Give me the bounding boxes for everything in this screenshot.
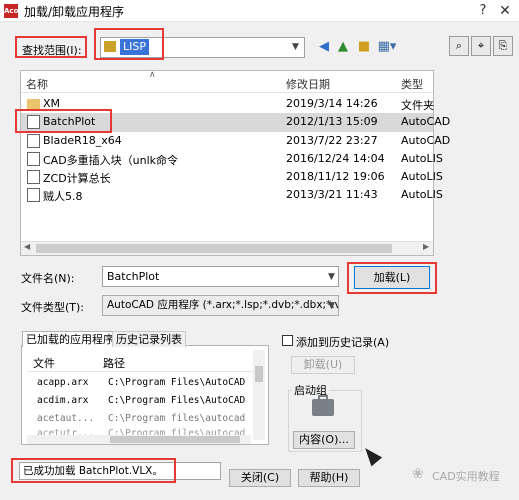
column-header-file[interactable]: 文件	[33, 355, 55, 371]
list-item-selected[interactable]: BatchPlot 2012/1/13 15:09 AutoCAD	[21, 113, 450, 132]
close-window-button[interactable]: ✕	[496, 2, 514, 20]
file-type: AutoLIS	[401, 188, 443, 201]
tab-loaded-apps[interactable]: 已加载的应用程序	[22, 331, 118, 347]
file-name: BatchPlot	[43, 115, 96, 128]
view-menu-icon[interactable]: ▦▾	[375, 39, 399, 55]
chevron-down-icon[interactable]: ▼	[328, 301, 335, 311]
file-name: CAD多重插入块（unlk命令	[43, 154, 179, 167]
lsp-file-icon	[27, 152, 40, 166]
file-type: 文件夹	[401, 99, 434, 112]
column-header-date[interactable]: 修改日期	[286, 76, 330, 92]
file-name: BladeR18_x64	[43, 134, 122, 147]
new-folder-icon[interactable]: ■	[355, 39, 373, 55]
tab-history[interactable]: 历史记录列表	[112, 331, 186, 347]
folder-icon	[27, 99, 40, 110]
help-button[interactable]: 帮助(H)	[298, 469, 360, 487]
file-date: 2019/3/14 14:26	[286, 97, 378, 110]
file-date: 2012/1/13 15:09	[286, 115, 378, 128]
find-icon[interactable]: ⌕	[449, 36, 469, 56]
watermark-text: CAD实用教程	[432, 470, 500, 483]
file-icon	[27, 115, 40, 129]
list-item[interactable]: BladeR18_x64 2013/7/22 23:27 AutoCAD	[21, 132, 450, 151]
scroll-left-icon[interactable]: ◀	[24, 242, 30, 251]
loaded-path: C:\Program files\autocad	[108, 413, 246, 424]
column-header-path[interactable]: 路径	[103, 355, 125, 371]
list-item[interactable]: XM 2019/3/14 14:26 文件夹	[21, 95, 434, 114]
loaded-path: C:\Program Files\AutoCAD	[108, 395, 246, 406]
file-type: AutoCAD	[401, 115, 451, 128]
file-name: ZCD计算总长	[43, 172, 111, 185]
close-button[interactable]: 关闭(C)	[229, 469, 291, 487]
file-date: 2013/3/21 11:43	[286, 188, 378, 201]
scrollbar-thumb[interactable]	[36, 244, 392, 253]
window-title: 加载/卸载应用程序	[24, 5, 125, 19]
help-question-button[interactable]: ?	[474, 2, 492, 20]
filename-label: 文件名(N):	[21, 272, 75, 285]
lookin-value: LISP	[120, 39, 149, 55]
contents-button[interactable]: 内容(O)...	[293, 431, 355, 449]
add-history-label: 添加到历史记录(A)	[296, 336, 390, 349]
scrollbar-thumb[interactable]	[255, 366, 263, 382]
loaded-apps-vscrollbar[interactable]	[253, 350, 265, 440]
loaded-path: C:\Program files\autocad	[108, 428, 246, 435]
add-history-checkbox[interactable]	[282, 335, 293, 346]
loaded-file[interactable]: acetutr...	[37, 428, 94, 435]
scrollbar-thumb[interactable]	[110, 436, 240, 443]
list-item[interactable]: 贼人5.8 2013/3/21 11:43 AutoLIS	[21, 186, 443, 205]
file-type: AutoLIS	[401, 170, 443, 183]
filetype-select[interactable]: AutoCAD 应用程序 (*.arx;*.lsp;*.dvb;*.dbx;*.…	[102, 295, 339, 316]
file-type: AutoCAD	[401, 134, 451, 147]
header-divider	[21, 92, 433, 93]
loaded-path: C:\Program Files\AutoCAD	[108, 377, 246, 388]
file-name: XM	[43, 97, 61, 110]
file-name: 贼人5.8	[43, 190, 83, 203]
load-button[interactable]: 加载(L)	[354, 266, 430, 289]
lookin-label: 查找范围(I):	[22, 44, 82, 57]
folder-icon	[104, 41, 116, 52]
column-header-type[interactable]: 类型	[401, 76, 423, 92]
filetype-label: 文件类型(T):	[21, 301, 85, 314]
file-type: AutoLIS	[401, 152, 443, 165]
file-date: 2018/11/12 19:06	[286, 170, 385, 183]
back-icon[interactable]: ◀	[315, 39, 333, 55]
loaded-file[interactable]: acetaut...	[37, 413, 94, 424]
locate-icon[interactable]: ⌖	[471, 36, 491, 56]
briefcase-icon	[312, 399, 334, 416]
scroll-right-icon[interactable]: ▶	[423, 242, 429, 251]
header-divider	[27, 371, 255, 372]
list-item[interactable]: ZCD计算总长 2018/11/12 19:06 AutoLIS	[21, 168, 443, 187]
loaded-file[interactable]: acdim.arx	[37, 395, 88, 406]
lsp-file-icon	[27, 170, 40, 184]
list-item[interactable]: CAD多重插入块（unlk命令 2016/12/24 14:04 AutoLIS	[21, 150, 443, 169]
loaded-file[interactable]: acapp.arx	[37, 377, 88, 388]
autocad-logo-icon: Aco	[4, 4, 18, 18]
sort-up-icon: ∧	[149, 70, 156, 80]
file-date: 2013/7/22 23:27	[286, 134, 378, 147]
chevron-down-icon[interactable]: ▼	[292, 42, 299, 52]
arx-file-icon	[27, 134, 40, 148]
up-folder-icon[interactable]: ▲	[334, 39, 352, 55]
lsp-file-icon	[27, 188, 40, 202]
file-date: 2016/12/24 14:04	[286, 152, 385, 165]
column-header-name[interactable]: 名称	[26, 76, 48, 92]
status-bar: 已成功加载 BatchPlot.VLX。	[19, 462, 221, 480]
wechat-icon: ❀	[412, 466, 424, 482]
unload-button[interactable]: 卸载(U)	[291, 356, 355, 374]
web-icon[interactable]: ⎘	[493, 36, 513, 56]
filename-input[interactable]: BatchPlot	[102, 266, 339, 287]
chevron-down-icon[interactable]: ▼	[328, 272, 335, 282]
